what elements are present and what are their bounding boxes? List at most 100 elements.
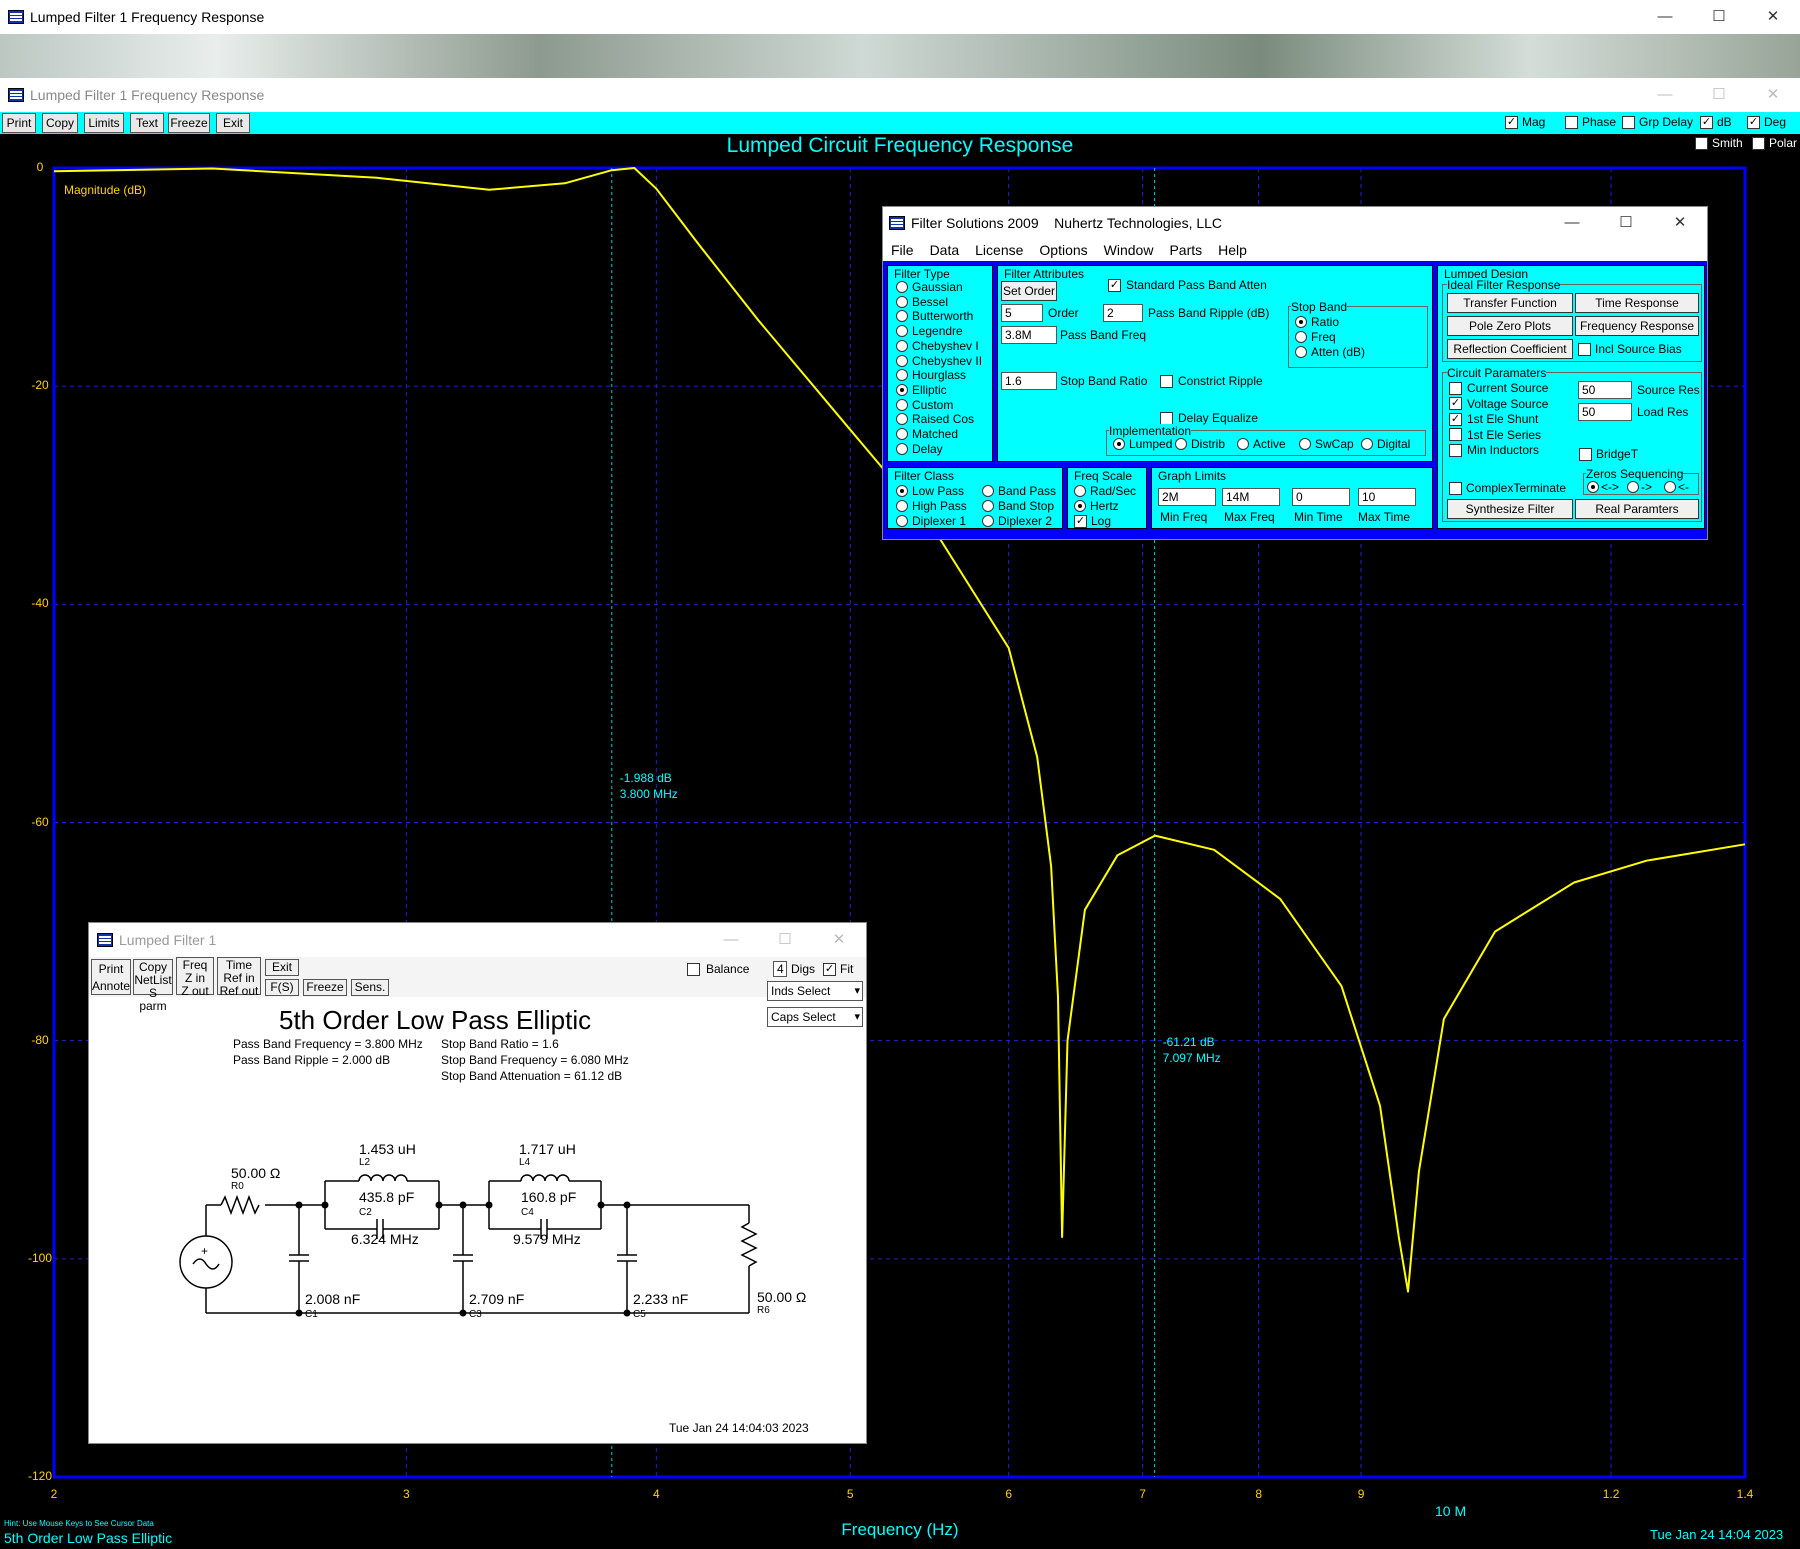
exit-button[interactable]: Exit xyxy=(216,113,250,133)
copy-button[interactable]: Copy xyxy=(42,113,78,133)
filter-type-raised-cos[interactable]: Raised Cos xyxy=(896,412,974,426)
frequency-response-button[interactable]: Frequency Response xyxy=(1575,316,1699,336)
log-checkbox[interactable]: ✓ Log xyxy=(1074,514,1111,528)
zeros-right-radio[interactable]: -> xyxy=(1627,480,1652,494)
impl-lumped-dot[interactable] xyxy=(1113,438,1125,450)
filter-class-high-pass[interactable]: High Pass xyxy=(896,499,967,513)
filter-class-diplexer-1-dot[interactable] xyxy=(896,515,908,527)
filter-type-matched-dot[interactable] xyxy=(896,428,908,440)
db-check[interactable]: ✓ xyxy=(1700,115,1713,129)
menu-data[interactable]: Data xyxy=(930,242,960,258)
incl-source-bias-checkbox[interactable]: Incl Source Bias xyxy=(1578,342,1682,356)
impl-digital-dot[interactable] xyxy=(1361,438,1373,450)
time-response-button[interactable]: Time Response xyxy=(1575,293,1699,313)
filter-type-legendre-dot[interactable] xyxy=(896,325,908,338)
deg-checkbox[interactable]: ✓ Deg xyxy=(1747,115,1786,129)
filter-type-chebyshev-ii[interactable]: Chebyshev II xyxy=(896,354,982,368)
filter-type-raised-cos-dot[interactable] xyxy=(896,413,908,426)
load-res-input[interactable]: 50 xyxy=(1578,403,1632,421)
rad-sec-radio[interactable]: Rad/Sec xyxy=(1074,484,1136,498)
deg-check[interactable]: ✓ xyxy=(1747,115,1760,129)
real-parameters-button[interactable]: Real Paramters xyxy=(1575,499,1699,519)
complex-check[interactable] xyxy=(1449,481,1462,495)
circuit-current-source-check[interactable] xyxy=(1449,381,1462,395)
filter-class-band-pass[interactable]: Band Pass xyxy=(982,484,1056,498)
maximize-icon[interactable]: ☐ xyxy=(1599,207,1653,239)
min-time-input[interactable]: 0 xyxy=(1292,488,1350,506)
filter-type-gaussian-dot[interactable] xyxy=(896,281,908,293)
stop-band-freq-dot[interactable] xyxy=(1295,331,1307,343)
filter-type-hourglass[interactable]: Hourglass xyxy=(896,368,966,382)
std-pb-check[interactable]: ✓ xyxy=(1108,278,1121,292)
filter-type-elliptic[interactable]: Elliptic xyxy=(896,383,947,397)
circuit-min-inductors-check[interactable] xyxy=(1449,443,1462,457)
synthesize-filter-button[interactable]: Synthesize Filter xyxy=(1447,499,1573,519)
filter-type-bessel-dot[interactable] xyxy=(896,295,908,308)
zeros-right-dot[interactable] xyxy=(1627,481,1639,493)
constrict-check[interactable] xyxy=(1160,374,1173,388)
filter-type-gaussian[interactable]: Gaussian xyxy=(896,280,963,294)
filter-class-diplexer-2[interactable]: Diplexer 2 xyxy=(982,514,1052,528)
filter-class-low-pass[interactable]: Low Pass xyxy=(896,484,964,498)
delay-eq-check[interactable] xyxy=(1160,411,1173,425)
circuit-1st-ele-series-check[interactable] xyxy=(1449,428,1462,441)
circuit-current-source-checkbox[interactable]: Current Source xyxy=(1449,381,1548,395)
text-button[interactable]: Text xyxy=(130,113,164,133)
log-check[interactable]: ✓ xyxy=(1074,514,1087,528)
complex-terminate-checkbox[interactable]: ComplexTerminate xyxy=(1449,481,1566,495)
impl-active-dot[interactable] xyxy=(1237,438,1249,450)
stop-band-ratio-input[interactable]: 1.6 xyxy=(1001,372,1057,390)
close-icon[interactable]: ✕ xyxy=(1746,78,1800,112)
filter-type-matched[interactable]: Matched xyxy=(896,427,958,441)
print-button[interactable]: Print xyxy=(2,113,36,133)
filter-type-chebyshev-i-dot[interactable] xyxy=(896,339,908,352)
circuit-1st-ele-shunt-checkbox[interactable]: ✓ 1st Ele Shunt xyxy=(1449,412,1538,426)
filter-class-diplexer-2-dot[interactable] xyxy=(982,515,994,527)
freeze-button[interactable]: Freeze xyxy=(168,113,210,133)
phase-check[interactable] xyxy=(1565,115,1578,129)
ripple-input[interactable]: 2 xyxy=(1103,304,1143,322)
phase-checkbox[interactable]: Phase xyxy=(1565,115,1616,129)
filter-class-low-pass-dot[interactable] xyxy=(896,485,908,497)
impl-lumped[interactable]: Lumped xyxy=(1113,437,1172,451)
circuit-1st-ele-series-checkbox[interactable]: 1st Ele Series xyxy=(1449,428,1541,442)
circuit-min-inductors-checkbox[interactable]: Min Inductors xyxy=(1449,443,1539,457)
maximize-icon[interactable]: ☐ xyxy=(1692,0,1746,34)
pole-zero-plots-button[interactable]: Pole Zero Plots xyxy=(1447,316,1573,336)
max-freq-input[interactable]: 14M xyxy=(1222,488,1280,506)
limits-button[interactable]: Limits xyxy=(84,113,124,133)
zeros-left-radio[interactable]: <- xyxy=(1664,480,1689,494)
impl-distrib[interactable]: Distrib xyxy=(1175,437,1225,451)
mag-checkbox[interactable]: ✓ Mag xyxy=(1505,115,1545,129)
delay-equalize-checkbox[interactable]: Delay Equalize xyxy=(1160,411,1258,425)
filter-type-butterworth-dot[interactable] xyxy=(896,310,908,323)
filter-type-custom[interactable]: Custom xyxy=(896,398,953,412)
menu-file[interactable]: File xyxy=(891,242,914,258)
close-icon[interactable]: ✕ xyxy=(1746,0,1800,34)
impl-distrib-dot[interactable] xyxy=(1175,438,1187,450)
incl-src-check[interactable] xyxy=(1578,342,1591,356)
filter-class-band-pass-dot[interactable] xyxy=(982,485,994,497)
impl-swcap-dot[interactable] xyxy=(1299,438,1311,450)
minimize-icon[interactable]: — xyxy=(1545,207,1599,239)
filter-type-bessel[interactable]: Bessel xyxy=(896,295,948,309)
filter-class-band-stop[interactable]: Band Stop xyxy=(982,499,1054,513)
filter-type-chebyshev-i[interactable]: Chebyshev I xyxy=(896,339,979,353)
filter-class-band-stop-dot[interactable] xyxy=(982,500,994,512)
bridget-checkbox[interactable]: BridgeT xyxy=(1579,447,1638,461)
circuit-voltage-source-checkbox[interactable]: ✓ Voltage Source xyxy=(1449,397,1548,411)
filter-type-custom-dot[interactable] xyxy=(896,398,908,411)
zeros-both-dot[interactable] xyxy=(1587,481,1599,493)
grp-delay-check[interactable] xyxy=(1622,115,1635,129)
menu-window[interactable]: Window xyxy=(1104,242,1154,258)
filter-type-hourglass-dot[interactable] xyxy=(896,369,908,382)
impl-swcap[interactable]: SwCap xyxy=(1299,437,1354,451)
bridget-check[interactable] xyxy=(1579,447,1592,461)
filter-type-chebyshev-ii-dot[interactable] xyxy=(896,354,908,367)
filter-type-elliptic-dot[interactable] xyxy=(896,383,908,396)
zeros-both-radio[interactable]: <-> xyxy=(1587,480,1619,494)
menu-options[interactable]: Options xyxy=(1039,242,1087,258)
max-time-input[interactable]: 10 xyxy=(1358,488,1416,506)
min-freq-input[interactable]: 2M xyxy=(1158,488,1216,506)
grp-delay-checkbox[interactable]: Grp Delay xyxy=(1622,115,1693,129)
